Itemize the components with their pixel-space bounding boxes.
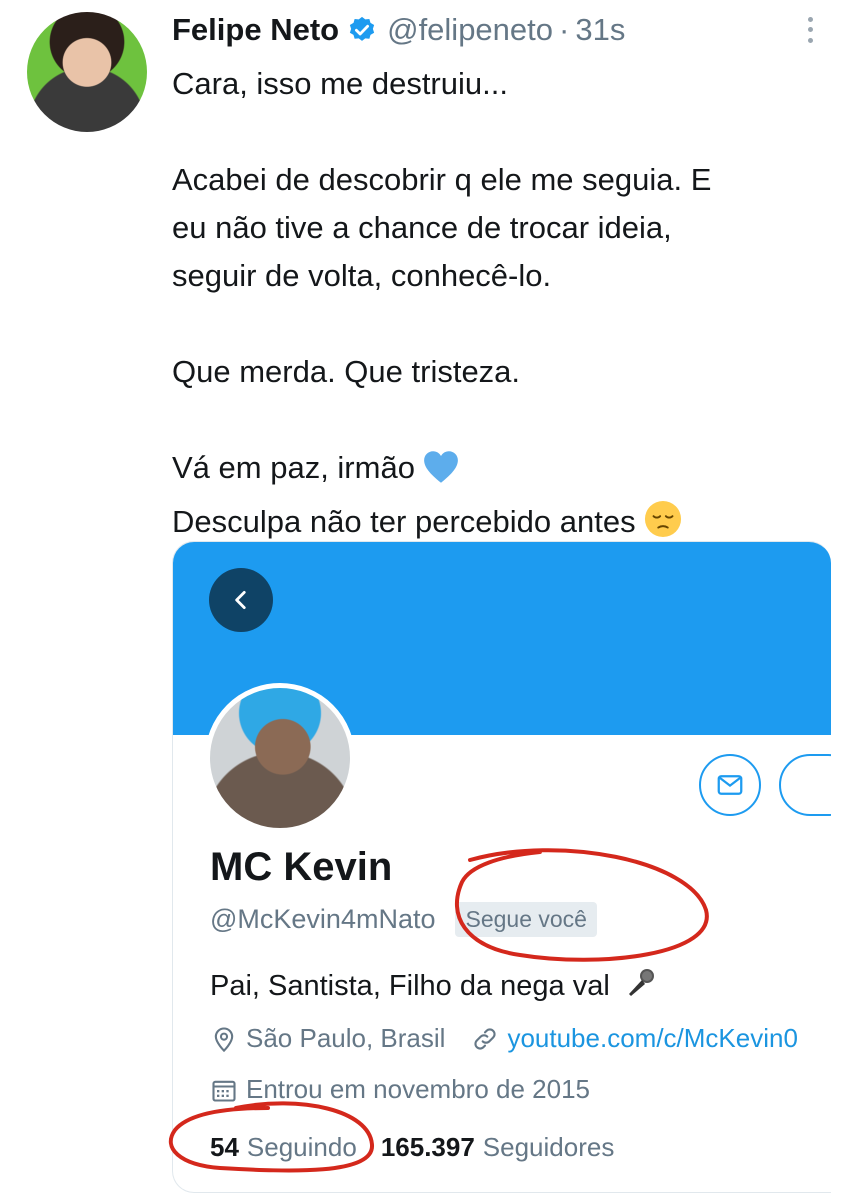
profile-meta-row: São Paulo, Brasil youtube.com/c/McKevin0 xyxy=(210,1023,798,1054)
following-label: Seguindo xyxy=(246,1132,357,1162)
profile-display-name: MC Kevin xyxy=(210,845,393,889)
tweet-line: seguir de volta, conhecê-lo. xyxy=(172,258,552,293)
profile-screenshot-card[interactable]: MC Kevin @McKevin4mNato Segue você Pai, … xyxy=(172,541,831,1193)
tweet-line: Cara, isso me destruiu... xyxy=(172,66,508,101)
author-handle[interactable]: @felipeneto xyxy=(387,12,553,48)
tweet-line: Vá em paz, irmão xyxy=(172,450,415,485)
profile-location: São Paulo, Brasil xyxy=(246,1023,446,1053)
tweet-text: Cara, isso me destruiu... Acabei de desc… xyxy=(172,60,832,552)
tweet-line-with-heart: Vá em paz, irmão xyxy=(172,444,832,498)
tweet-line: eu não tive a chance de trocar ideia, xyxy=(172,210,672,245)
link-icon xyxy=(471,1025,499,1053)
followers-count: 165.397 xyxy=(380,1132,475,1162)
tweet-line: Que merda. Que tristeza. xyxy=(172,354,521,389)
following-stat[interactable]: 54 Seguindo xyxy=(210,1132,357,1163)
profile-bio-text: Pai, Santista, Filho da nega val xyxy=(210,970,610,1002)
followers-stat[interactable]: 165.397 Seguidores xyxy=(381,1132,615,1163)
separator-dot: · xyxy=(559,12,570,47)
back-button[interactable] xyxy=(209,568,273,632)
back-arrow-icon xyxy=(228,587,254,613)
envelope-icon xyxy=(715,770,745,800)
profile-bio: Pai, Santista, Filho da nega val xyxy=(210,967,656,1007)
profile-joined-row: Entrou em novembro de 2015 xyxy=(210,1074,590,1105)
tweet-timestamp[interactable]: 31s xyxy=(575,12,625,48)
blue-heart-emoji xyxy=(423,450,459,498)
message-button[interactable] xyxy=(699,754,761,816)
following-count: 54 xyxy=(210,1132,239,1162)
profile-handle: @McKevin4mNato xyxy=(210,904,436,934)
microphone-emoji xyxy=(624,967,656,1007)
author-avatar[interactable] xyxy=(27,12,147,132)
tweet-author-row: Felipe Neto @felipeneto · 31s xyxy=(172,10,625,50)
tweet-line: Acabei de descobrir q ele me seguia. E xyxy=(172,162,712,197)
follow-button[interactable] xyxy=(779,754,831,816)
profile-stats-row: 54 Seguindo 165.397 Seguidores xyxy=(210,1132,614,1163)
followers-label: Seguidores xyxy=(482,1132,615,1162)
profile-website-link[interactable]: youtube.com/c/McKevin0 xyxy=(507,1023,797,1054)
profile-avatar[interactable] xyxy=(205,683,355,833)
verified-badge-icon xyxy=(347,15,377,45)
profile-handle-row: @McKevin4mNato Segue você xyxy=(210,902,597,937)
profile-joined-date: Entrou em novembro de 2015 xyxy=(246,1074,590,1104)
author-name[interactable]: Felipe Neto xyxy=(172,12,339,48)
calendar-icon xyxy=(210,1076,238,1104)
tweet-line: Desculpa não ter percebido antes xyxy=(172,504,636,539)
follows-you-badge: Segue você xyxy=(455,902,597,937)
more-options-icon[interactable] xyxy=(798,14,822,46)
location-pin-icon xyxy=(210,1025,238,1053)
